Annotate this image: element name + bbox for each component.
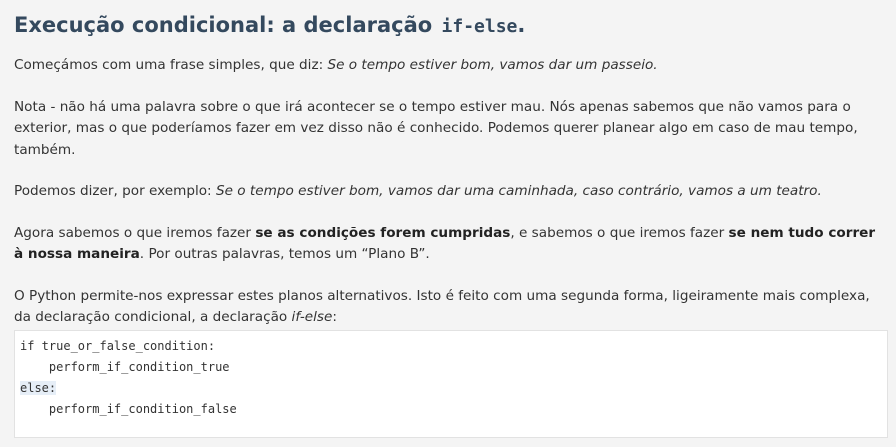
code-block[interactable]: if true_or_false_condition: perform_if_c…	[14, 330, 888, 438]
section-heading-text: Execução condicional: a declaração	[14, 13, 433, 37]
paragraph-python-keyword: if-else	[291, 309, 333, 325]
paragraph-note: Nota - não há uma palavra sobre o que ir…	[14, 97, 880, 162]
paragraph-plan-b-strong-a: se as condições forem cumpridas	[255, 224, 511, 241]
paragraph-intro: Começámos com uma frase simples, que diz…	[14, 55, 880, 77]
paragraph-python-suffix: :	[332, 309, 337, 325]
code-line: perform_if_condition_false	[20, 402, 237, 416]
code-line: if true_or_false_condition:	[20, 339, 216, 353]
article-content: Execução condicional: a declaração if-el…	[0, 0, 876, 329]
paragraph-plan-b: Agora sabemos o que iremos fazer se as c…	[14, 223, 880, 266]
paragraph-python-text: O Python permite-nos expressar estes pla…	[14, 287, 870, 326]
section-heading-suffix: .	[517, 13, 526, 37]
paragraph-python: O Python permite-nos expressar estes pla…	[14, 286, 880, 329]
section-heading-code: if-else	[441, 16, 518, 37]
paragraph-plan-b-text-b: , e sabemos o que iremos fazer	[510, 224, 729, 241]
paragraph-example-quote: Se o tempo estiver bom, vamos dar uma ca…	[215, 183, 822, 199]
paragraph-example-text: Podemos dizer, por exemplo:	[14, 183, 216, 199]
code-line: perform_if_condition_true	[20, 360, 230, 374]
paragraph-plan-b-text-c: . Por outras palavras, temos um “Plano B…	[139, 246, 430, 262]
section-heading: Execução condicional: a declaração if-el…	[14, 10, 876, 42]
code-line: else:	[20, 378, 887, 399]
paragraph-note-text: Nota - não há uma palavra sobre o que ir…	[14, 98, 858, 158]
paragraph-intro-quote: Se o tempo estiver bom, vamos dar um pas…	[327, 57, 658, 73]
paragraph-plan-b-text-a: Agora sabemos o que iremos fazer	[14, 224, 256, 241]
paragraph-example: Podemos dizer, por exemplo: Se o tempo e…	[14, 181, 880, 203]
paragraph-intro-text: Começámos com uma frase simples, que diz…	[14, 57, 328, 73]
code-line-else: else:	[20, 381, 57, 395]
